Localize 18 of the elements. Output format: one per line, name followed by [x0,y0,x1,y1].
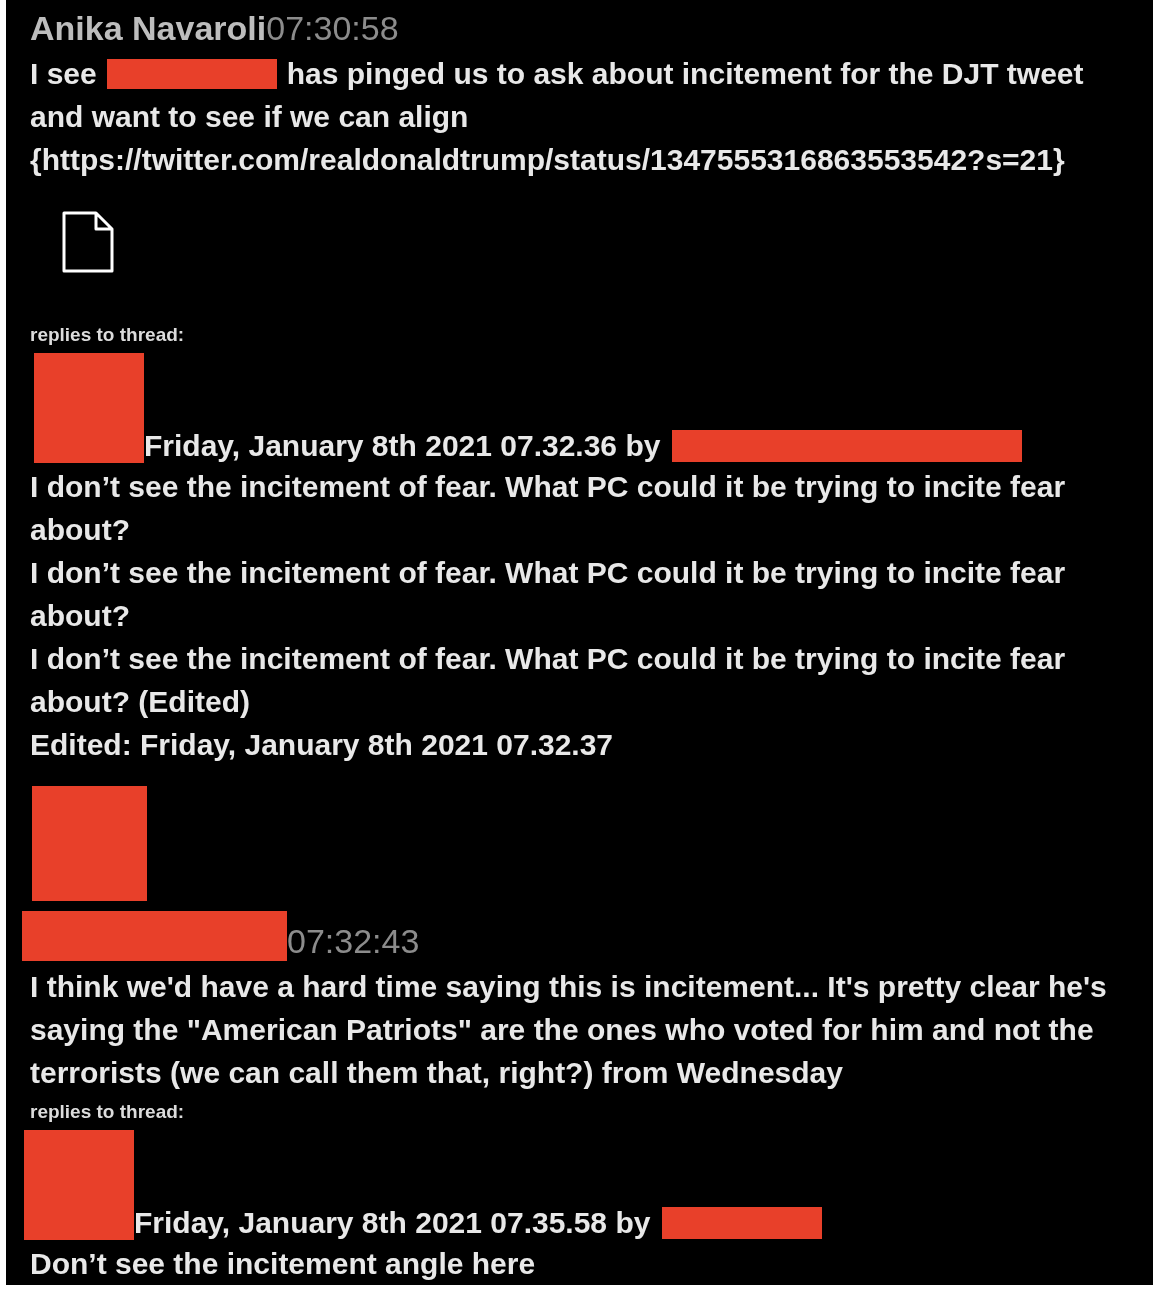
reply-text: I don’t see the incitement of fear. What PC could it be trying to incite fear about? [30,555,1067,634]
message-time: 07:30:58 [266,8,399,48]
message-text: and want to see if we can align [30,99,469,135]
message-time: 07:32:43 [287,921,420,961]
replies-label: replies to thread: [30,323,186,347]
message-text: {https://twitter.com/realdonaldtrump/status/1347555316863553542?s=21} [30,142,1065,178]
reply-text: I don’t see the incitement of fear. What PC could it be trying to incite fear about? (Edited) [30,641,1067,720]
message-text: I think we'd have a hard time saying this is incitement... It's pretty clear he's saying the "American Patriots" are the ones who voted for him and not the terrorists (we can call them that, right?) from Wednesday [30,969,1108,1091]
edited-note: Edited: Friday, January 8th 2021 07.32.37 [30,727,615,763]
file-icon[interactable] [62,211,114,273]
author-name: Anika Navaroli [30,8,267,48]
reply-text: Don’t see the incitement angle here [30,1246,537,1282]
reply-date: Friday, January 8th 2021 07.32.36 by [144,429,661,463]
replies-label: replies to thread: [30,1100,186,1124]
message-text: I see [30,56,97,92]
reply-text: I don’t see the incitement of fear. What PC could it be trying to incite fear about? [30,469,1067,548]
message-text: has pinged us to ask about incitement for the DJT tweet [286,56,1084,92]
reply-date: Friday, January 8th 2021 07.35.58 by [134,1206,651,1240]
